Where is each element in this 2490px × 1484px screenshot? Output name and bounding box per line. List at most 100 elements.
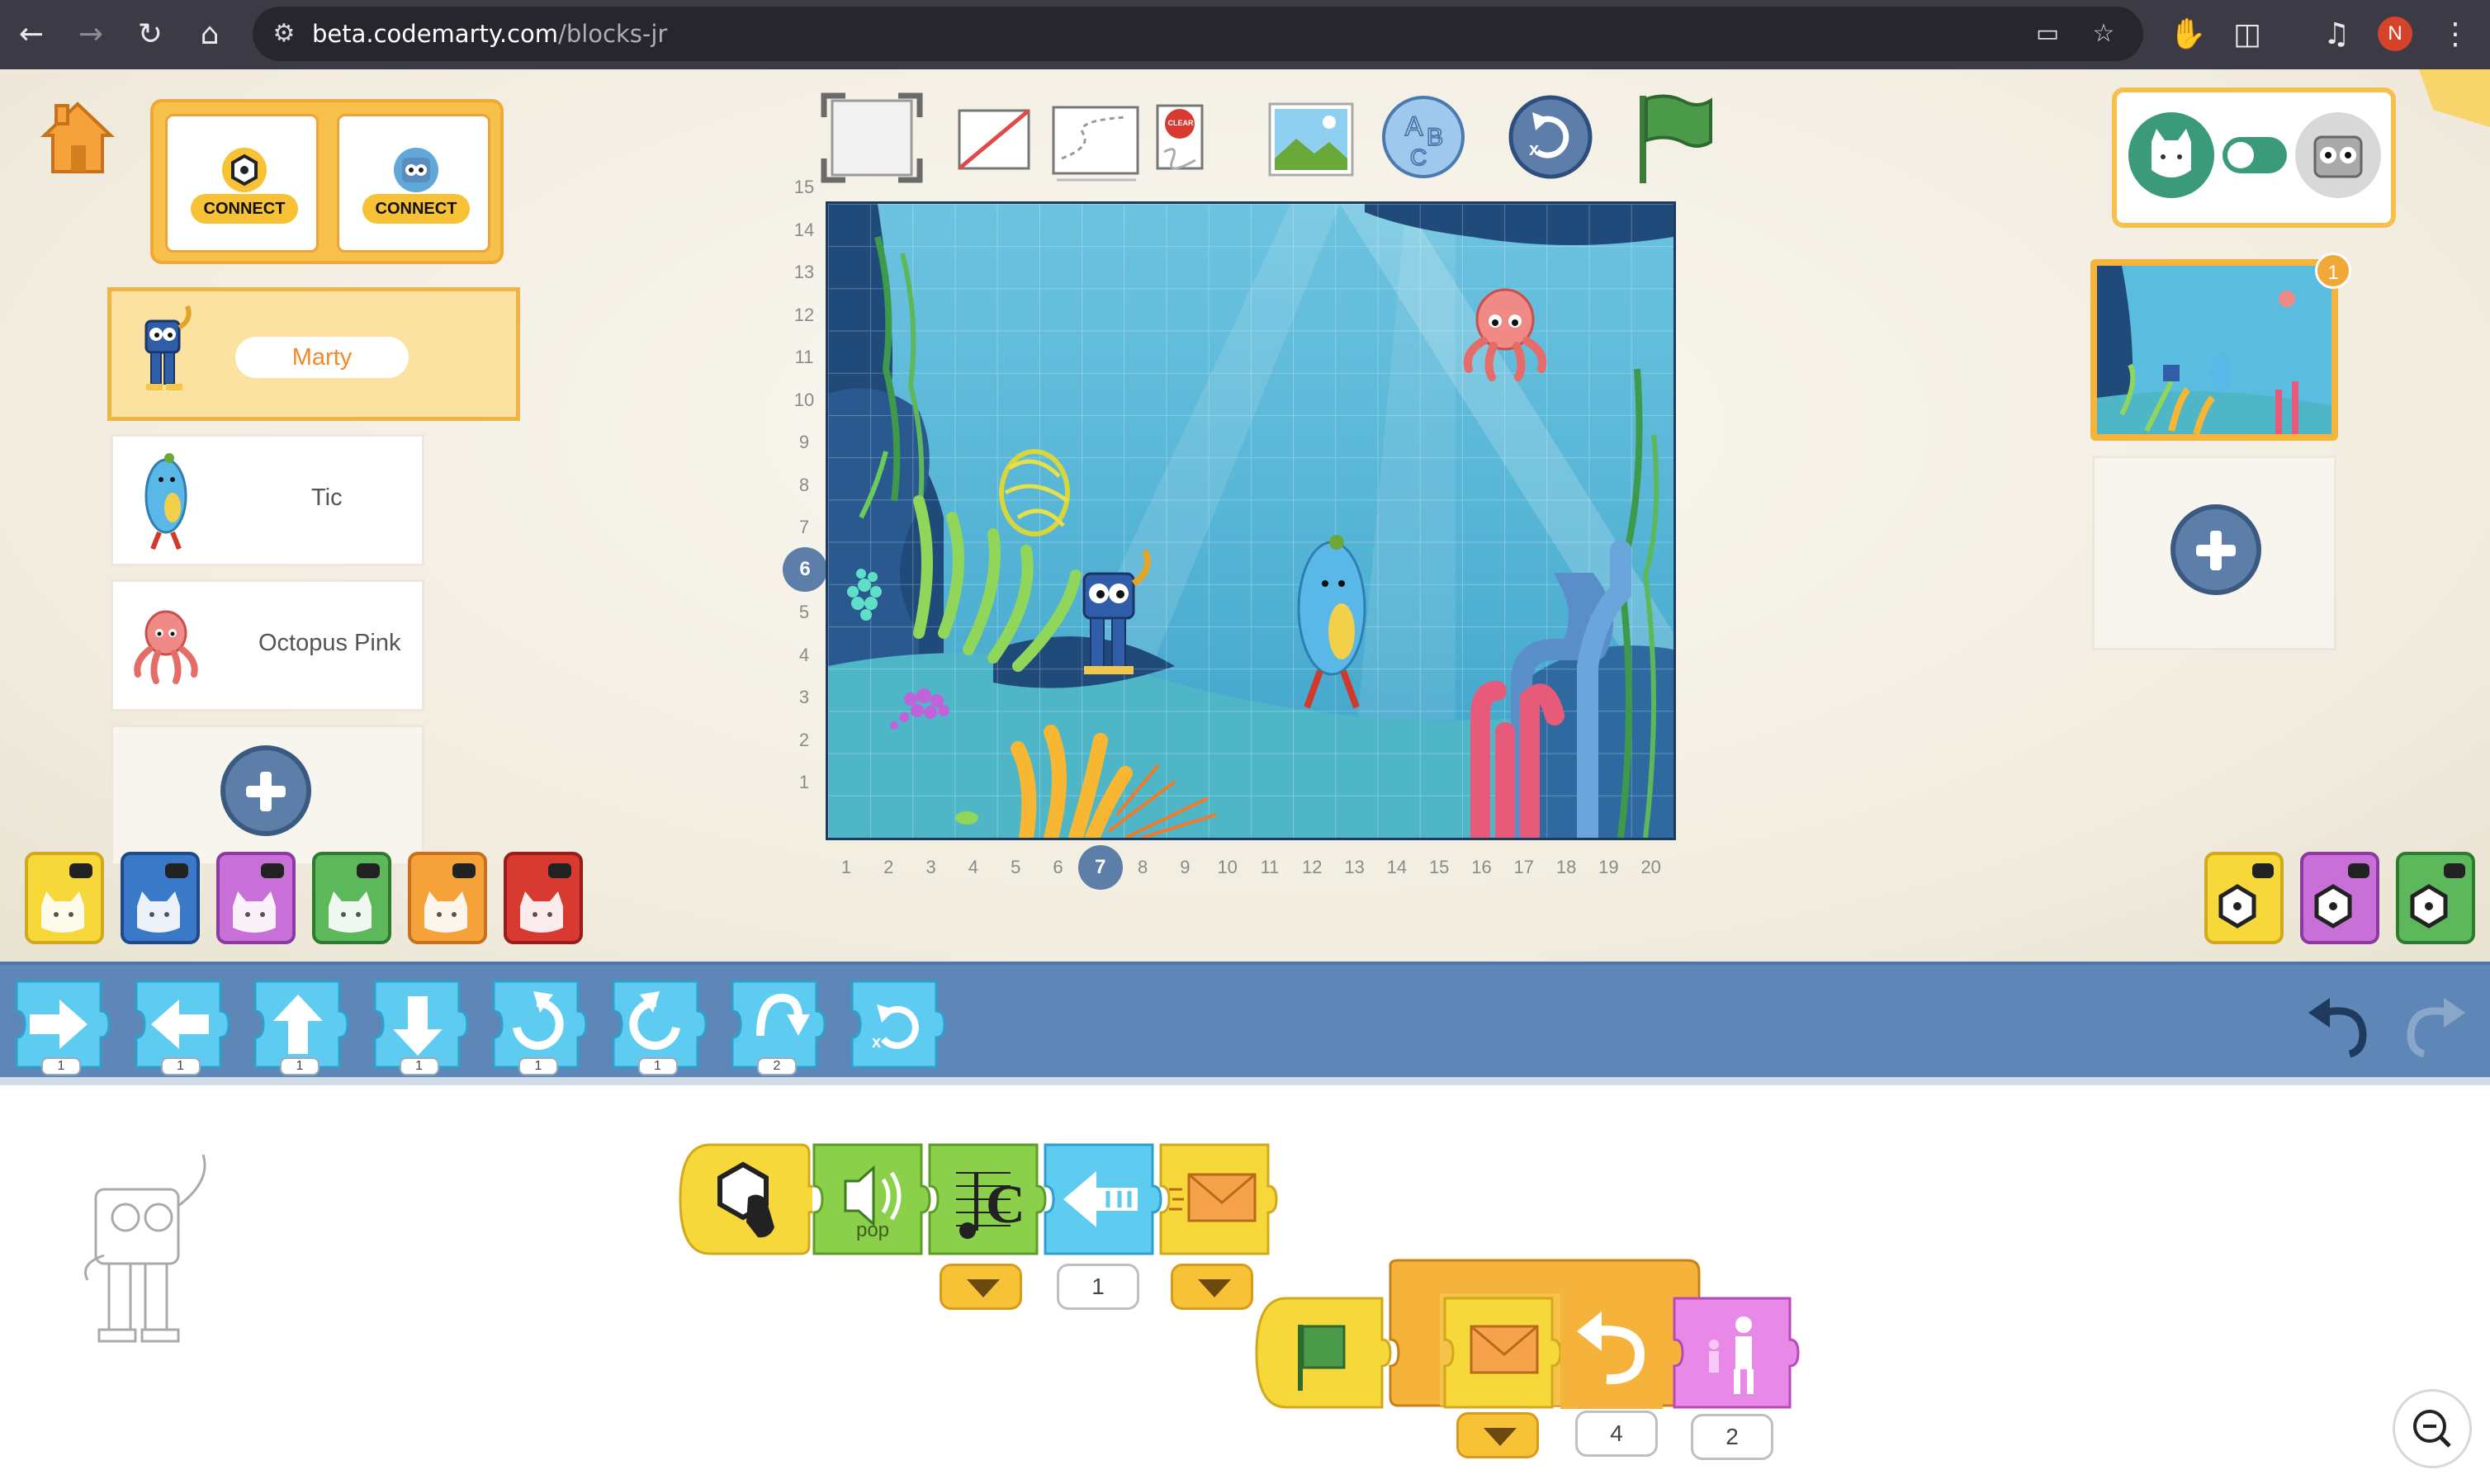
device-category-hex-sound-icon[interactable] bbox=[2396, 852, 2475, 944]
fullscreen-icon[interactable] bbox=[821, 92, 923, 187]
media-control-icon[interactable]: ♫ bbox=[2317, 15, 2356, 54]
palette-hop-block[interactable]: 2 bbox=[727, 978, 826, 1075]
site-info-icon[interactable]: ⚙ bbox=[264, 14, 304, 54]
category-sound-icon[interactable] bbox=[312, 852, 391, 944]
category-triggers-icon[interactable] bbox=[25, 852, 104, 944]
reload-button[interactable]: ↻ bbox=[130, 15, 170, 54]
add-page-button[interactable] bbox=[2170, 504, 2261, 595]
sprite-card-tic[interactable]: Tic bbox=[111, 434, 424, 566]
grid-off-icon[interactable] bbox=[956, 107, 1032, 176]
send-message-block[interactable] bbox=[1156, 1140, 1288, 1259]
bookmark-star-icon[interactable]: ☆ bbox=[2084, 14, 2123, 54]
add-sprite-button[interactable] bbox=[220, 745, 311, 836]
palette-move-up-block[interactable]: 1 bbox=[250, 978, 349, 1075]
connect-button-2[interactable]: CONNECT bbox=[362, 194, 470, 224]
extensions-icon[interactable]: ◫ bbox=[2227, 15, 2267, 54]
marty-sprite-icon bbox=[144, 305, 192, 390]
sprite-card-octopus[interactable]: Octopus Pink bbox=[111, 579, 424, 711]
x-axis-tick: 6 bbox=[1053, 857, 1063, 877]
zoom-out-icon[interactable] bbox=[2393, 1389, 2472, 1468]
on-tap-device-block[interactable] bbox=[677, 1140, 812, 1259]
path-icon[interactable] bbox=[1050, 97, 1143, 187]
connect-card-marty[interactable]: CONNECT bbox=[337, 114, 490, 253]
palette-move-left-block[interactable]: 1 bbox=[131, 978, 230, 1075]
grow-block[interactable] bbox=[1669, 1293, 1806, 1412]
undo-icon[interactable] bbox=[2303, 988, 2376, 1061]
redo-icon[interactable] bbox=[2398, 988, 2470, 1061]
palette-turn-right-block[interactable]: 1 bbox=[489, 978, 588, 1075]
note-dropdown[interactable] bbox=[940, 1264, 1022, 1310]
sprite-card-marty[interactable]: Marty bbox=[107, 287, 520, 421]
app-workspace: CONNECT CONNECT Marty Tic Octopus Pink C… bbox=[0, 69, 2490, 962]
script-2: 4 2 bbox=[1253, 1257, 1815, 1460]
page-count-badge: 1 bbox=[2315, 253, 2351, 289]
move-left-block[interactable] bbox=[1040, 1140, 1164, 1259]
robot-mode-icon[interactable] bbox=[2295, 112, 2381, 198]
extension-stop-icon[interactable]: ✋ bbox=[2168, 15, 2208, 54]
message-dropdown[interactable] bbox=[1171, 1264, 1253, 1310]
connect-button-1[interactable]: CONNECT bbox=[191, 194, 298, 224]
y-axis-tick: 4 bbox=[798, 644, 810, 665]
repeat-icon bbox=[1560, 1293, 1663, 1409]
reset-position-icon[interactable]: x bbox=[1508, 94, 1593, 184]
green-flag-start-block[interactable] bbox=[1253, 1293, 1394, 1412]
connect-card-hex[interactable]: CONNECT bbox=[165, 114, 319, 253]
home-icon[interactable] bbox=[35, 94, 121, 180]
palette-go-home-block[interactable]: x bbox=[847, 978, 946, 1075]
palette-block-count[interactable]: 1 bbox=[637, 1057, 678, 1075]
clear-icon[interactable]: CLEAR bbox=[1154, 102, 1205, 176]
message-dropdown-2[interactable] bbox=[1456, 1412, 1539, 1458]
forward-button[interactable]: → bbox=[71, 15, 111, 54]
text-icon[interactable]: A B C bbox=[1380, 94, 1466, 184]
send-message-block-2[interactable] bbox=[1440, 1293, 1564, 1412]
svg-text:B: B bbox=[1427, 124, 1443, 151]
y-axis-tick: 5 bbox=[798, 602, 810, 622]
y-axis-tick: 7 bbox=[798, 517, 810, 537]
palette-block-count[interactable]: 2 bbox=[757, 1057, 797, 1075]
svg-text:A: A bbox=[1405, 111, 1423, 141]
palette-move-down-block[interactable]: 1 bbox=[370, 978, 469, 1075]
repeat-count-input[interactable]: 4 bbox=[1575, 1411, 1658, 1457]
background-icon[interactable] bbox=[1266, 101, 1356, 182]
palette-block-count[interactable]: 1 bbox=[160, 1057, 201, 1075]
palette-move-right-block[interactable]: 1 bbox=[12, 978, 111, 1075]
sprite-name-input[interactable]: Marty bbox=[235, 337, 409, 378]
mode-toggle[interactable] bbox=[2223, 137, 2287, 173]
page-thumbnail[interactable] bbox=[2090, 259, 2338, 441]
x-axis-tick: 20 bbox=[1640, 857, 1661, 877]
category-looks-icon[interactable] bbox=[216, 852, 296, 944]
y-axis-tick: 8 bbox=[798, 474, 810, 495]
sprite-name-tic: Tic bbox=[311, 484, 343, 511]
grow-amount-input[interactable]: 2 bbox=[1691, 1414, 1773, 1460]
move-count-input[interactable]: 1 bbox=[1057, 1264, 1139, 1310]
x-axis-tick: 17 bbox=[1513, 857, 1535, 877]
svg-text:C: C bbox=[1410, 144, 1427, 170]
category-end-icon[interactable] bbox=[504, 852, 583, 944]
back-button[interactable]: ← bbox=[12, 15, 51, 54]
category-control-icon[interactable] bbox=[408, 852, 487, 944]
green-flag-icon[interactable] bbox=[1633, 91, 1716, 191]
x-axis-tick: 4 bbox=[968, 857, 979, 877]
palette-block-count[interactable]: 1 bbox=[280, 1057, 320, 1075]
home-button[interactable]: ⌂ bbox=[190, 15, 230, 54]
svg-text:C: C bbox=[986, 1174, 1025, 1235]
device-category-hex-triggers-icon[interactable] bbox=[2204, 852, 2284, 944]
profile-avatar[interactable]: N bbox=[2378, 17, 2412, 51]
install-app-icon[interactable]: ▭ bbox=[2028, 14, 2067, 54]
sound-name-label: pop bbox=[855, 1219, 890, 1241]
device-category-hex-looks-icon[interactable] bbox=[2300, 852, 2379, 944]
palette-block-count[interactable]: 1 bbox=[41, 1057, 81, 1075]
x-axis-tick: 19 bbox=[1598, 857, 1619, 877]
address-bar[interactable]: ⚙ beta.codemarty.com/blocks-jr ▭ ☆ bbox=[253, 7, 2143, 61]
browser-menu-icon[interactable]: ⋮ bbox=[2436, 15, 2475, 54]
marty-face-icon bbox=[394, 148, 438, 192]
cat-mode-icon[interactable] bbox=[2128, 112, 2214, 198]
palette-block-count[interactable]: 1 bbox=[518, 1057, 558, 1075]
code-canvas[interactable]: pop C 1 4 2 bbox=[0, 1085, 2490, 1484]
play-note-block[interactable]: C bbox=[925, 1140, 1049, 1259]
category-motion-icon[interactable] bbox=[121, 852, 200, 944]
stage[interactable] bbox=[826, 201, 1676, 840]
clear-label: CLEAR bbox=[1167, 119, 1194, 127]
palette-block-count[interactable]: 1 bbox=[399, 1057, 439, 1075]
palette-turn-left-block[interactable]: 1 bbox=[608, 978, 708, 1075]
